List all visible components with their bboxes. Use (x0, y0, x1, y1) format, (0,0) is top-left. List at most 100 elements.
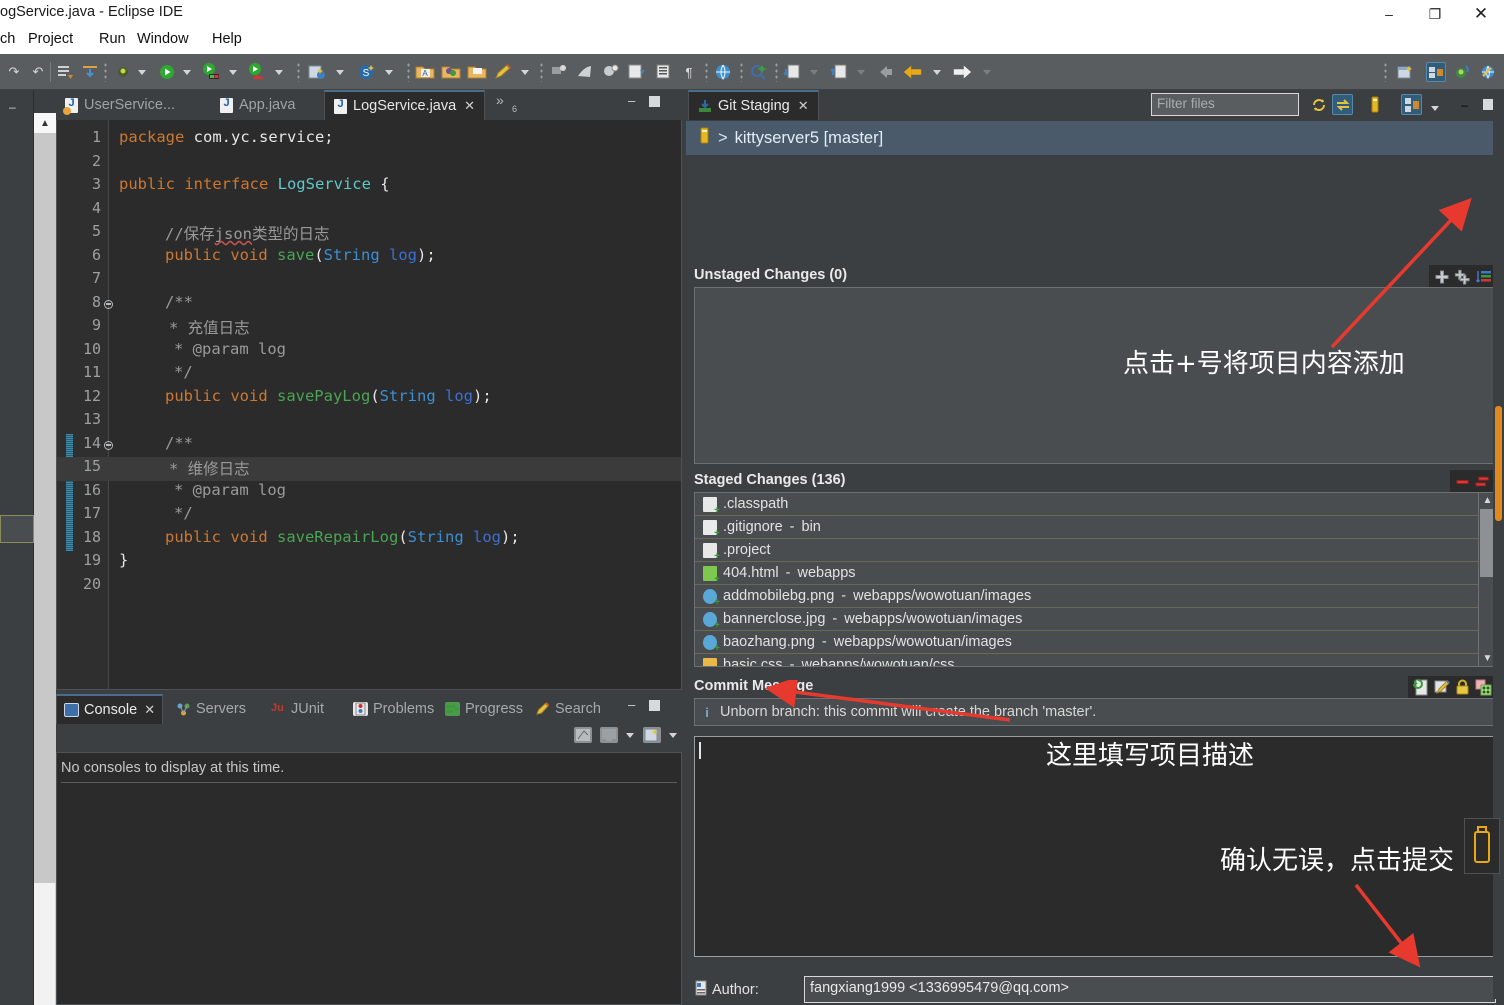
run-server-dropdown-icon[interactable] (229, 68, 238, 77)
list-item[interactable]: addmobilebg.png - webapps/wowotuan/image… (695, 585, 1478, 608)
sign-commit-lock-icon[interactable] (1454, 679, 1471, 696)
stop-server-dropdown-icon[interactable] (275, 68, 284, 77)
list-item[interactable]: basic.css - webapps/wowotuan/css (695, 654, 1478, 666)
toolbar-handle-2[interactable] (297, 62, 300, 82)
toolbar-handle-5[interactable] (705, 62, 708, 82)
debug-icon[interactable] (113, 62, 133, 82)
fold-marker-icon[interactable] (104, 299, 113, 309)
menu-item-window[interactable]: Window (137, 31, 189, 47)
next-annotation-dropdown-icon[interactable] (810, 68, 819, 77)
display-selected-console-icon[interactable] (600, 727, 618, 743)
git-minimize-button[interactable]: – (1454, 94, 1475, 115)
scrollbar-thumb[interactable] (34, 133, 56, 883)
editor-tab-app[interactable]: App.java (211, 90, 304, 120)
tab-git-staging[interactable]: Git Staging ✕ (688, 90, 819, 120)
add-all-to-index-icon[interactable] (1454, 268, 1471, 285)
toolbar-handle-right[interactable] (1384, 62, 1387, 82)
amend-commit-icon[interactable] (1412, 679, 1429, 696)
scrollbar-thumb[interactable] (1495, 406, 1502, 521)
stop-server-icon[interactable] (247, 62, 267, 82)
staged-changes-list[interactable]: .classpath .gitignore - bin .project 404… (694, 492, 1496, 667)
scroll-up-icon[interactable]: ▲ (34, 113, 56, 133)
perspective-java-ee-icon[interactable] (1426, 62, 1446, 82)
open-resource-icon[interactable] (441, 62, 461, 82)
menu-item-help[interactable]: Help (212, 31, 242, 47)
view-menu-icon[interactable] (1431, 104, 1440, 113)
pilcrow-icon[interactable]: ¶ (679, 62, 699, 82)
toolbar-handle[interactable] (104, 62, 107, 82)
new-wizard-dropdown-icon[interactable] (336, 68, 345, 77)
run-dropdown-icon[interactable] (183, 68, 192, 77)
close-icon[interactable]: ✕ (144, 702, 155, 718)
refresh-icon[interactable] (1308, 94, 1329, 115)
list-item[interactable]: baozhang.png - webapps/wowotuan/images (695, 631, 1478, 654)
perspective-debug-icon[interactable] (1452, 62, 1472, 82)
change-id-icon[interactable] (1475, 679, 1492, 696)
perspective-web-icon[interactable] (1478, 62, 1498, 82)
remove-all-from-index-icon[interactable] (1475, 473, 1492, 490)
tab-junit[interactable]: Ju JUnit (264, 694, 331, 724)
left-panel-scrollbar[interactable]: ▲ (34, 113, 56, 1005)
toolbar-handle-7[interactable] (775, 62, 778, 82)
new-wizard-icon[interactable] (307, 62, 327, 82)
tab-console[interactable]: Console ✕ (56, 694, 164, 724)
editor-minimize-button[interactable]: – (628, 93, 635, 108)
back-history-dim-icon[interactable] (875, 62, 895, 82)
search-scoped-icon[interactable]: S (356, 62, 376, 82)
search-declaration-icon[interactable] (748, 62, 768, 82)
pencil-dropdown-icon[interactable] (521, 68, 530, 77)
redo-icon[interactable]: ↶ (28, 62, 48, 82)
open-task-list-icon[interactable] (627, 62, 647, 82)
editor-maximize-button[interactable] (649, 96, 661, 107)
tab-search[interactable]: Search (528, 694, 608, 724)
back-dropdown-icon[interactable] (933, 68, 942, 77)
new-class-icon[interactable] (601, 62, 621, 82)
previous-annotation-dropdown-icon[interactable] (857, 68, 866, 77)
left-panel-minimize-button[interactable]: – (9, 100, 21, 114)
close-icon[interactable]: ✕ (798, 98, 809, 114)
toggle-mark-occurrences-icon[interactable] (549, 62, 569, 82)
toolbar-handle-3[interactable] (407, 62, 410, 82)
menu-item-search[interactable]: ch (0, 31, 15, 47)
menu-item-run[interactable]: Run (99, 31, 126, 47)
left-panel-fast-view-item[interactable] (0, 515, 34, 543)
show-whitespace-icon[interactable] (653, 62, 673, 82)
close-icon[interactable]: ✕ (464, 98, 475, 114)
window-close-button[interactable]: ✕ (1458, 0, 1504, 28)
toolbar-handle-4[interactable] (540, 62, 543, 82)
add-to-index-icon[interactable] (1433, 268, 1450, 285)
open-task-icon[interactable] (467, 62, 487, 82)
run-server-icon[interactable] (201, 62, 221, 82)
layout-toggle-icon[interactable] (1401, 94, 1422, 115)
window-maximize-button[interactable]: ❐ (1412, 0, 1458, 28)
list-item[interactable]: 404.html - webapps (695, 562, 1478, 585)
search-scoped-dropdown-icon[interactable] (385, 68, 394, 77)
editor-tab-overflow-icon[interactable]: » (496, 92, 504, 108)
console-minimize-button[interactable]: – (628, 697, 635, 712)
list-item[interactable]: .classpath (695, 493, 1478, 516)
repository-icon[interactable] (1364, 94, 1385, 115)
open-browser-icon[interactable] (713, 62, 733, 82)
code-editor[interactable]: 1 package com.yc.service; 2 3 public int… (56, 120, 682, 690)
skip-breakpoints-icon[interactable] (575, 62, 595, 82)
open-console-icon[interactable] (643, 727, 661, 743)
open-console-dropdown-icon[interactable] (669, 731, 678, 740)
console-maximize-button[interactable] (649, 700, 661, 711)
toolbar-handle-6[interactable] (740, 62, 743, 82)
previous-annotation-icon[interactable] (830, 62, 850, 82)
clear-console-icon[interactable] (574, 727, 592, 743)
list-presentation-icon[interactable] (1475, 268, 1492, 285)
list-item[interactable]: .gitignore - bin (695, 516, 1478, 539)
filter-files-input[interactable]: Filter files (1151, 93, 1299, 116)
forward-icon[interactable] (952, 62, 972, 82)
remove-from-index-icon[interactable] (1454, 473, 1471, 490)
tab-servers[interactable]: Servers (169, 694, 253, 724)
add-signed-off-icon[interactable] (1433, 679, 1450, 696)
publish-icon[interactable] (80, 62, 100, 82)
list-item[interactable]: bannerclose.jpg - webapps/wowotuan/image… (695, 608, 1478, 631)
editor-tab-userservice[interactable]: UserService... (56, 90, 184, 120)
author-input[interactable]: fangxiang1999 <1336995479@qq.com> (804, 976, 1496, 1003)
new-perspective-icon[interactable] (1396, 62, 1416, 82)
open-type-icon[interactable]: A (415, 62, 435, 82)
tab-progress[interactable]: Progress (438, 694, 530, 724)
